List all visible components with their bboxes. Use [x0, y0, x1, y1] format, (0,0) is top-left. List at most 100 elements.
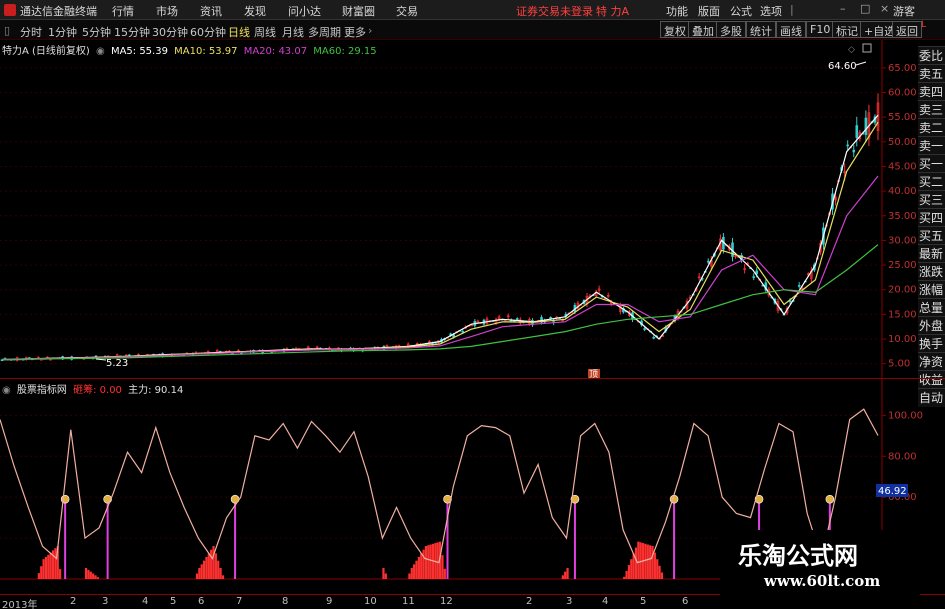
chart-expand-icon[interactable]: [862, 43, 872, 53]
menu-shichang[interactable]: 市场: [156, 3, 178, 19]
quote-field-11[interactable]: 最新: [918, 244, 945, 263]
legend-ma20: MA20: 43.07: [243, 46, 308, 57]
signal-bar: [198, 568, 201, 579]
btn-duogu[interactable]: 多股: [716, 21, 746, 38]
period-30min[interactable]: 30分钟: [152, 24, 188, 40]
ma-line-ma5: [1, 114, 879, 361]
main-kline-chart[interactable]: 65.00 60.00 55.00 50.00 45.00 40.00 35.00 30.00…: [0, 40, 945, 380]
quote-field-6[interactable]: 买一: [918, 154, 945, 173]
candle-body: [797, 285, 801, 287]
btn-fanhui[interactable]: 返回: [892, 21, 922, 38]
quote-field-0[interactable]: 委比: [918, 46, 945, 65]
btn-biaoji[interactable]: 标记: [832, 21, 862, 38]
signal-bar: [415, 560, 418, 579]
period-multi[interactable]: 多周期: [308, 24, 341, 40]
period-weekly[interactable]: 周线: [254, 24, 276, 40]
sub-title: 股票指标网: [16, 385, 67, 396]
legend-toggle-icon[interactable]: ◉: [96, 46, 105, 57]
signal-bar: [627, 565, 631, 579]
btn-diejia[interactable]: 叠加: [688, 21, 718, 38]
signal-bar: [42, 559, 45, 579]
signal-bar: [441, 555, 444, 579]
candle-body: [846, 144, 849, 147]
signal-bar: [630, 559, 633, 579]
menu-caifuquan[interactable]: 财富圈: [342, 3, 375, 19]
quote-field-9[interactable]: 买四: [918, 208, 945, 227]
signal-bar: [87, 569, 90, 579]
legend-ma10: MA10: 53.97: [174, 46, 238, 57]
login-status[interactable]: 证券交易未登录: [516, 3, 593, 19]
period-15min[interactable]: 15分钟: [114, 24, 150, 40]
quote-field-14[interactable]: 总量: [918, 298, 945, 317]
signal-bar: [410, 568, 413, 579]
period-5min[interactable]: 5分钟: [82, 24, 111, 40]
quote-field-15[interactable]: 外盘: [918, 316, 945, 335]
btn-huaxian[interactable]: 画线: [776, 21, 806, 38]
menu-wenxiaoda[interactable]: 问小达: [288, 3, 321, 19]
quote-field-16[interactable]: 换手: [918, 334, 945, 353]
signal-bar: [54, 548, 57, 579]
legend-ma5: MA5: 55.39: [110, 46, 168, 57]
quote-field-1[interactable]: 卖五: [918, 64, 945, 83]
period-1min[interactable]: 1分钟: [48, 24, 77, 40]
main-y-tick-label: 5.00: [888, 359, 910, 370]
date-month: 6: [682, 596, 689, 607]
period-more[interactable]: 更多: [344, 24, 366, 40]
main-legend: 特力A (日线前复权) ◉ MA5: 55.39 MA10: 53.97 MA2…: [2, 42, 380, 57]
more-chevron-icon[interactable]: ›: [368, 24, 372, 37]
signal-bar: [89, 571, 92, 579]
quote-field-5[interactable]: 卖一: [918, 136, 945, 155]
quote-field-17[interactable]: 净资: [918, 352, 945, 371]
menu-gongneng[interactable]: 功能: [666, 3, 688, 19]
high-annotation: 64.60: [828, 61, 867, 72]
sub-legend-icon[interactable]: ◉: [2, 385, 11, 396]
quote-field-7[interactable]: 买二: [918, 172, 945, 191]
signal-bar: [84, 568, 88, 579]
period-monthly[interactable]: 月线: [282, 24, 304, 40]
period-fenshi[interactable]: 分时: [20, 24, 42, 40]
menu-hangqing[interactable]: 行情: [112, 3, 134, 19]
quote-field-8[interactable]: 买三: [918, 190, 945, 209]
main-y-tick-label: 10.00: [888, 334, 917, 345]
btn-tongji[interactable]: 统计: [746, 21, 776, 38]
period-nav-icon[interactable]: ▯: [4, 24, 10, 37]
period-daily[interactable]: 日线: [228, 24, 250, 40]
signal-markers: [60, 494, 835, 579]
main-grid: [0, 40, 883, 378]
minimize-icon[interactable]: –: [840, 2, 846, 15]
btn-f10[interactable]: F10: [806, 21, 835, 38]
quote-field-4[interactable]: 卖二: [918, 118, 945, 137]
period-toolbar: ▯ 分时 1分钟 5分钟 15分钟 30分钟 60分钟 日线 周线 月线 多周期…: [0, 20, 945, 40]
date-month: 5: [170, 596, 177, 607]
menu-jiaoyi[interactable]: 交易: [396, 3, 418, 19]
maximize-icon[interactable]: □: [860, 2, 870, 15]
signal-bar: [49, 552, 52, 579]
main-title: 特力A (日线前复权): [2, 46, 90, 57]
signal-bar: [96, 577, 99, 579]
legend-ma60: MA60: 29.15: [313, 46, 377, 57]
signal-bar: [564, 571, 567, 579]
signal-bar: [660, 572, 664, 579]
menu-banmian[interactable]: 版面: [698, 3, 720, 19]
quote-field-3[interactable]: 卖三: [918, 100, 945, 119]
candlesticks: [0, 93, 880, 362]
quote-field-12[interactable]: 涨跌: [918, 262, 945, 281]
signal-bar: [214, 553, 217, 579]
guest-label[interactable]: 游客: [893, 3, 915, 19]
period-60min[interactable]: 60分钟: [190, 24, 226, 40]
signal-bar: [427, 545, 430, 579]
quote-field-2[interactable]: 卖四: [918, 82, 945, 101]
chart-diamond-icon[interactable]: ◇: [848, 45, 855, 55]
quote-field-13[interactable]: 涨幅: [918, 280, 945, 299]
menu-xuanxiang[interactable]: 选项: [760, 3, 782, 19]
menu-zixun[interactable]: 资讯: [200, 3, 222, 19]
menu-gongshi[interactable]: 公式: [730, 3, 752, 19]
close-icon[interactable]: ×: [880, 2, 889, 15]
main-y-tick-label: 40.00: [888, 186, 917, 197]
signal-bar: [646, 544, 649, 579]
main-y-tick-label: 65.00: [888, 63, 917, 74]
quote-field-10[interactable]: 买五: [918, 226, 945, 245]
ding-marker: 顶: [589, 369, 598, 378]
menu-faxian[interactable]: 发现: [244, 3, 266, 19]
btn-fuquan[interactable]: 复权: [660, 21, 690, 38]
